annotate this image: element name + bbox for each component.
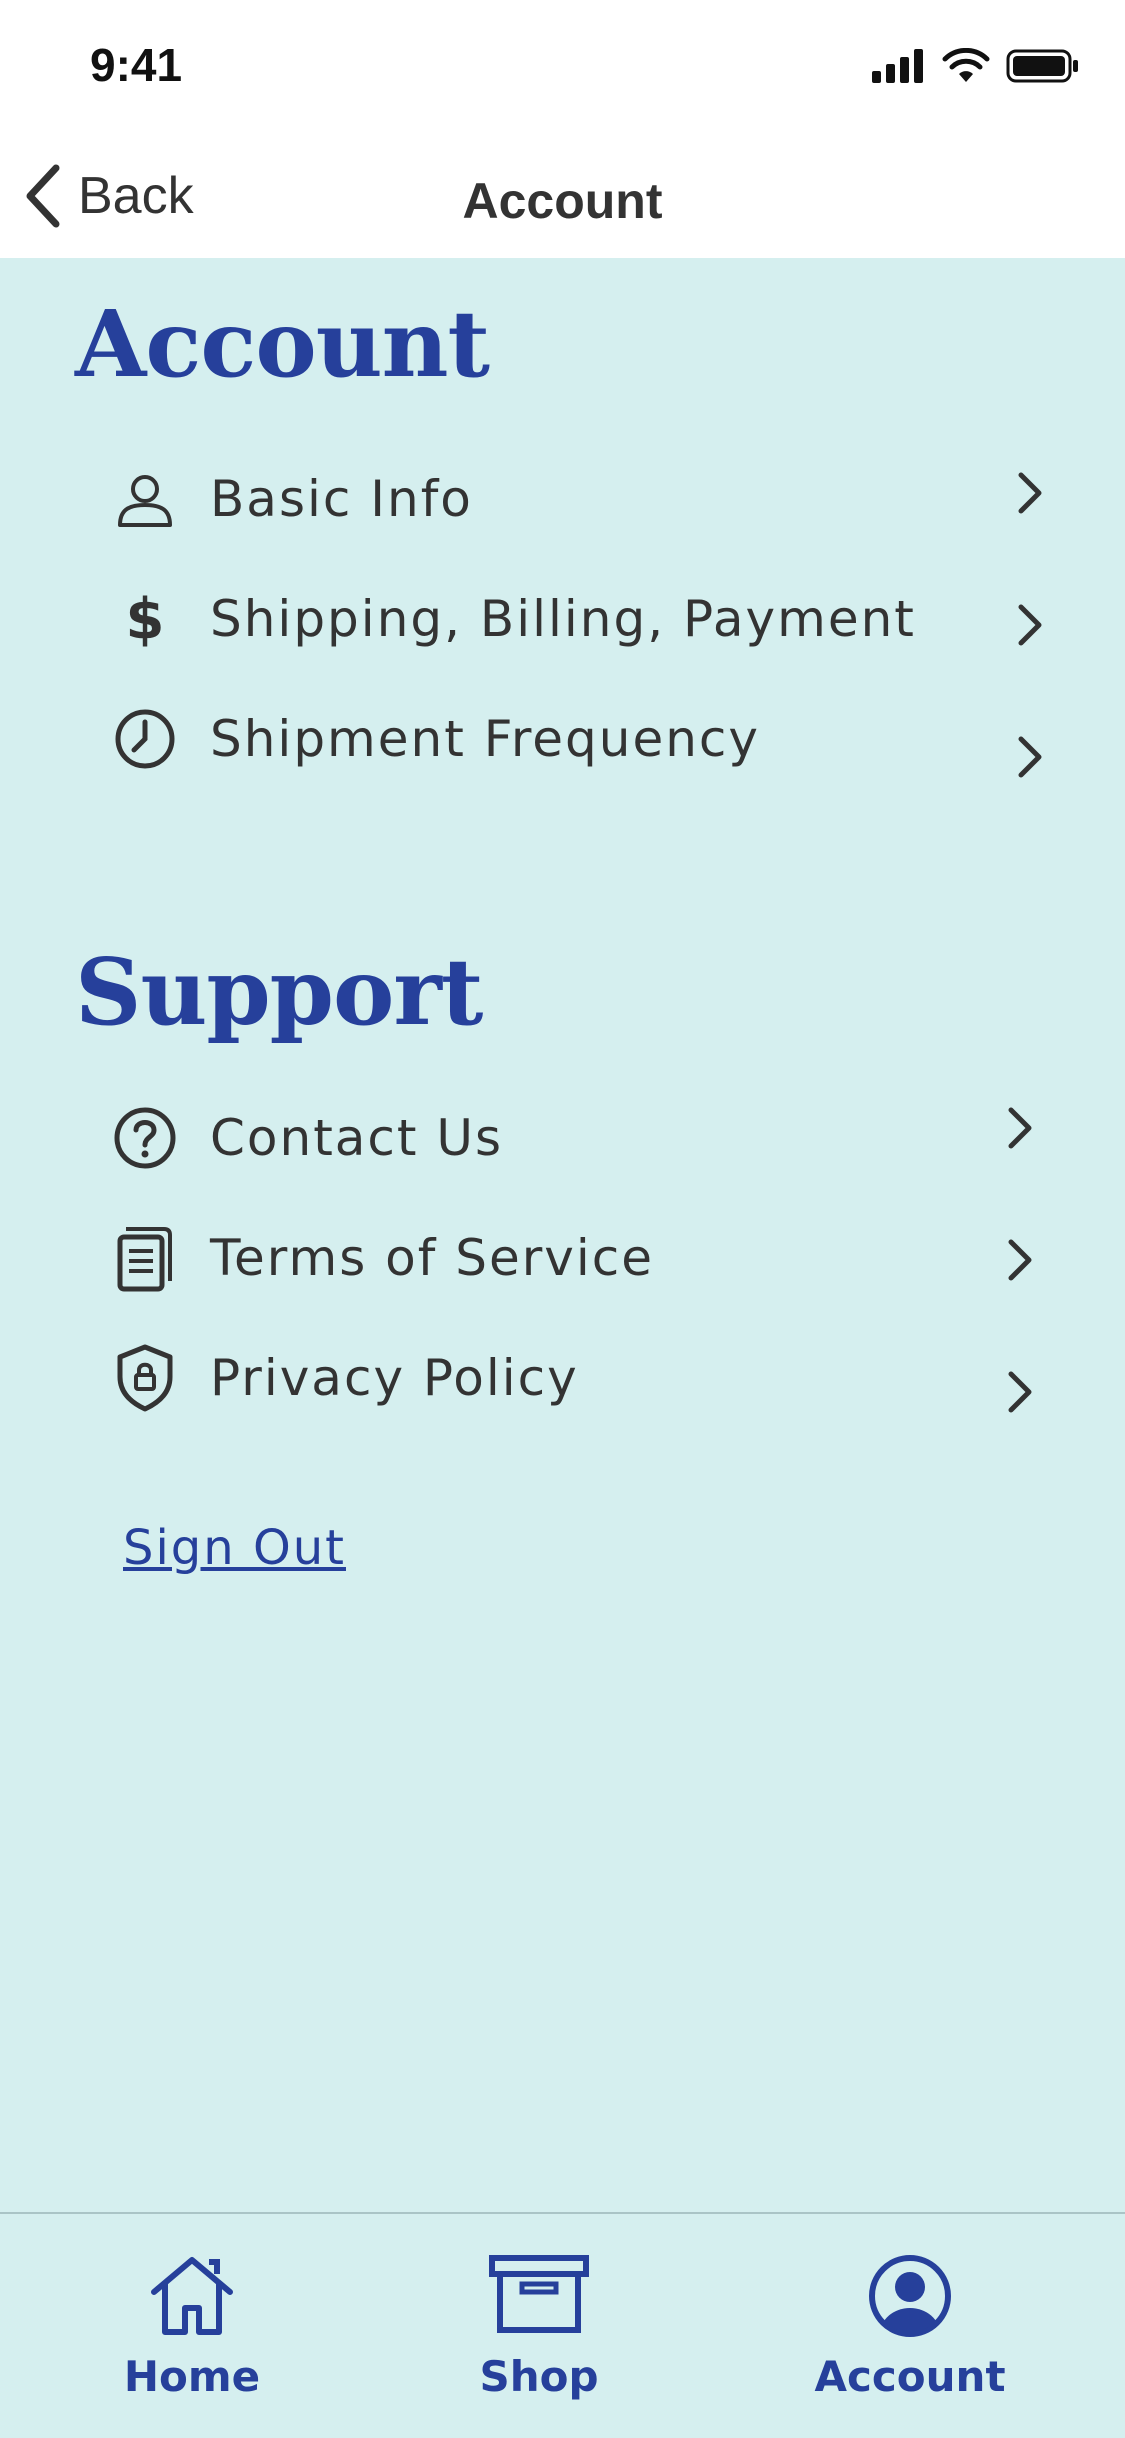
tab-home[interactable]: Home — [62, 2254, 322, 2404]
document-icon — [110, 1223, 180, 1293]
person-icon — [110, 464, 180, 534]
question-circle-icon — [110, 1103, 180, 1173]
status-icons — [872, 48, 1080, 84]
account-circle-icon — [780, 2254, 1040, 2338]
tab-label: Shop — [479, 2352, 599, 2401]
menu-item-label: Basic Info — [210, 470, 473, 528]
tab-label: Account — [814, 2352, 1006, 2401]
tab-bar: Home Shop Account — [0, 2212, 1125, 2438]
chevron-right-icon — [1018, 736, 1042, 778]
nav-title: Account — [462, 173, 663, 229]
clock-icon — [110, 704, 180, 774]
menu-item-basic-info[interactable]: Basic Info — [110, 448, 1060, 548]
menu-item-label: Privacy Policy — [210, 1349, 579, 1407]
cellular-signal-icon — [872, 49, 923, 83]
box-icon — [409, 2254, 669, 2334]
shield-lock-icon — [110, 1343, 180, 1413]
dollar-icon: $ — [125, 586, 165, 652]
status-time: 9:41 — [90, 39, 183, 91]
home-icon — [62, 2254, 322, 2336]
section-title-support: Support — [75, 938, 483, 1046]
chevron-right-icon — [1018, 604, 1042, 646]
navigation-bar: Back Account — [0, 130, 1125, 258]
tab-account[interactable]: Account — [780, 2254, 1040, 2404]
battery-icon — [1006, 49, 1078, 83]
chevron-right-icon — [1018, 472, 1042, 514]
menu-item-label: Shipping, Billing, Payment — [210, 590, 916, 648]
menu-item-shipping-billing-payment[interactable]: $ Shipping, Billing, Payment — [110, 568, 1060, 668]
chevron-right-icon — [1008, 1239, 1032, 1281]
sign-out-link[interactable]: Sign Out — [123, 1520, 346, 1576]
tab-shop[interactable]: Shop — [409, 2254, 669, 2404]
status-bar: 9:41 — [0, 0, 1125, 130]
tab-label: Home — [123, 2352, 261, 2401]
menu-item-label: Contact Us — [210, 1109, 504, 1167]
chevron-right-icon — [1008, 1107, 1032, 1149]
menu-item-terms-of-service[interactable]: Terms of Service — [110, 1207, 1060, 1307]
menu-item-contact-us[interactable]: Contact Us — [110, 1087, 1060, 1187]
wifi-icon — [942, 48, 990, 82]
section-title-account: Account — [75, 290, 490, 398]
menu-item-label: Shipment Frequency — [210, 710, 761, 768]
menu-item-privacy-policy[interactable]: Privacy Policy — [110, 1327, 1060, 1427]
menu-item-shipment-frequency[interactable]: Shipment Frequency — [110, 688, 1060, 788]
chevron-right-icon — [1008, 1371, 1032, 1413]
menu-item-label: Terms of Service — [210, 1229, 655, 1287]
